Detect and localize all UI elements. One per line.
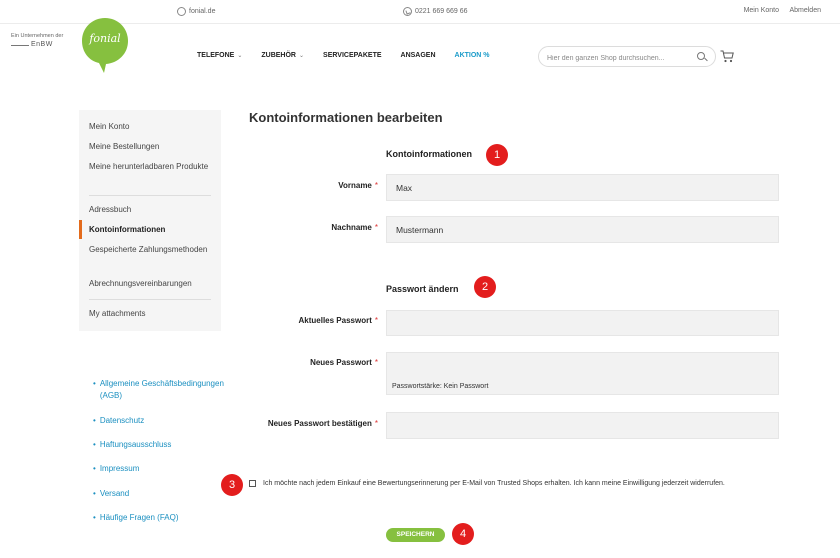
bullet-icon: • xyxy=(93,416,96,425)
phone-number: 0221 669 669 66 xyxy=(415,8,468,15)
sidebar-item-attachments[interactable]: My attachments xyxy=(89,308,214,320)
logo-shape-icon xyxy=(82,18,128,73)
nav-servicepakete[interactable]: SERVICEPAKETE xyxy=(323,52,381,59)
nav-telefone-label: TELEFONE xyxy=(197,52,235,59)
fonial-logo[interactable]: fonial xyxy=(80,16,130,74)
sidebar-divider xyxy=(89,195,211,196)
link-faq[interactable]: • Häufige Fragen (FAQ) xyxy=(93,512,179,524)
sidebar-item-billing-agreements[interactable]: Abrechnungsvereinbarungen xyxy=(89,278,214,290)
bullet-icon: • xyxy=(93,379,96,388)
link-versand-label: Versand xyxy=(99,489,130,498)
phone-icon xyxy=(403,7,412,16)
page-title: Kontoinformationen bearbeiten xyxy=(249,110,443,125)
current-password-field[interactable] xyxy=(386,310,779,336)
nav-telefone[interactable]: TELEFONE ⌄ xyxy=(197,52,242,59)
main-navigation: TELEFONE ⌄ ZUBEHÖR ⌄ SERVICEPAKETE ANSAG… xyxy=(197,52,509,59)
first-name-label: Vorname * xyxy=(300,181,378,190)
account-sidebar: Mein Konto Meine Bestellungen Meine heru… xyxy=(79,110,221,331)
current-password-label: Aktuelles Passwort * xyxy=(270,316,379,325)
website-text: fonial.de xyxy=(189,8,216,15)
annotation-badge-4: 4 xyxy=(452,523,474,545)
sidebar-item-account-info[interactable]: Kontoinformationen xyxy=(89,224,214,236)
link-versand[interactable]: • Versand xyxy=(93,488,129,500)
link-agb[interactable]: • Allgemeine Geschäftsbedingungen (AGB) xyxy=(93,378,225,402)
password-strength-meter: Passwortstärke: Kein Passwort xyxy=(392,383,489,390)
link-datenschutz[interactable]: • Datenschutz xyxy=(93,415,144,427)
trusted-shops-consent: Ich möchte nach jedem Einkauf eine Bewer… xyxy=(249,478,769,490)
section-change-password: Passwort ändern xyxy=(386,284,459,294)
link-faq-label: Häufige Fragen (FAQ) xyxy=(99,513,179,522)
annotation-badge-2: 2 xyxy=(474,276,496,298)
confirm-password-label-text: Neues Passwort bestätigen xyxy=(267,419,372,428)
section-account-info: Kontoinformationen xyxy=(386,149,472,159)
bullet-icon: • xyxy=(93,464,96,473)
sidebar-item-downloads[interactable]: Meine herunterladbaren Produkte xyxy=(89,161,214,173)
new-password-label: Neues Passwort * xyxy=(270,358,378,367)
search-box xyxy=(538,46,716,68)
required-marker: * xyxy=(374,223,378,232)
required-marker: * xyxy=(374,181,378,190)
sidebar-item-address-book[interactable]: Adressbuch xyxy=(89,204,214,216)
nav-zubehoer-label: ZUBEHÖR xyxy=(261,52,296,59)
link-agb-label: Allgemeine Geschäftsbedingungen (AGB) xyxy=(99,379,224,400)
required-marker: * xyxy=(374,316,378,325)
nav-zubehoer[interactable]: ZUBEHÖR ⌄ xyxy=(261,52,304,59)
phone-link[interactable]: 0221 669 669 66 xyxy=(403,7,468,16)
link-haftungsausschluss-label: Haftungsausschluss xyxy=(99,440,172,449)
save-button[interactable]: SPEICHERN xyxy=(386,528,445,542)
required-marker: * xyxy=(374,358,378,367)
website-link[interactable]: fonial.de xyxy=(177,7,215,16)
chevron-down-icon: ⌄ xyxy=(299,53,305,59)
globe-icon xyxy=(177,7,186,16)
last-name-label-text: Nachname xyxy=(331,223,372,232)
current-password-label-text: Aktuelles Passwort xyxy=(298,316,372,325)
link-datenschutz-label: Datenschutz xyxy=(99,416,145,425)
link-impressum-label: Impressum xyxy=(99,464,140,473)
sidebar-item-payment-methods[interactable]: Gespeicherte Zahlungsmethoden xyxy=(89,244,214,256)
last-name-field[interactable] xyxy=(386,216,779,243)
sidebar-divider xyxy=(89,299,211,300)
link-impressum[interactable]: • Impressum xyxy=(93,463,139,475)
sidebar-item-my-account[interactable]: Mein Konto xyxy=(89,121,214,133)
required-marker: * xyxy=(374,419,378,428)
logout-link[interactable]: Abmelden xyxy=(789,7,821,14)
enbw-affiliation: Ein Unternehmen der EnBW xyxy=(11,33,63,48)
nav-aktion[interactable]: AKTION % xyxy=(455,52,490,59)
trusted-shops-text: Ich möchte nach jedem Einkauf eine Bewer… xyxy=(263,480,725,487)
confirm-password-label: Neues Passwort bestätigen * xyxy=(240,419,378,428)
chevron-down-icon: ⌄ xyxy=(237,53,243,59)
nav-ansagen[interactable]: ANSAGEN xyxy=(401,52,436,59)
active-indicator xyxy=(79,220,82,239)
annotation-badge-3: 3 xyxy=(221,474,243,496)
enbw-logo: EnBW xyxy=(11,41,63,48)
confirm-password-field[interactable] xyxy=(386,412,779,439)
logo-text: fonial xyxy=(89,32,121,45)
cart-icon[interactable] xyxy=(720,50,734,63)
bullet-icon: • xyxy=(93,440,96,449)
link-haftungsausschluss[interactable]: • Haftungsausschluss xyxy=(93,439,171,451)
new-password-label-text: Neues Passwort xyxy=(310,358,372,367)
bullet-icon: • xyxy=(93,513,96,522)
my-account-link[interactable]: Mein Konto xyxy=(744,7,779,14)
search-input[interactable] xyxy=(547,49,697,68)
trusted-shops-checkbox[interactable] xyxy=(249,480,256,487)
last-name-label: Nachname * xyxy=(300,223,378,232)
sidebar-item-orders[interactable]: Meine Bestellungen xyxy=(89,141,214,153)
first-name-field[interactable] xyxy=(386,174,779,201)
first-name-label-text: Vorname xyxy=(338,181,372,190)
enbw-tagline: Ein Unternehmen der xyxy=(11,33,64,39)
annotation-badge-1: 1 xyxy=(486,144,508,166)
search-icon[interactable] xyxy=(697,52,705,60)
bullet-icon: • xyxy=(93,489,96,498)
